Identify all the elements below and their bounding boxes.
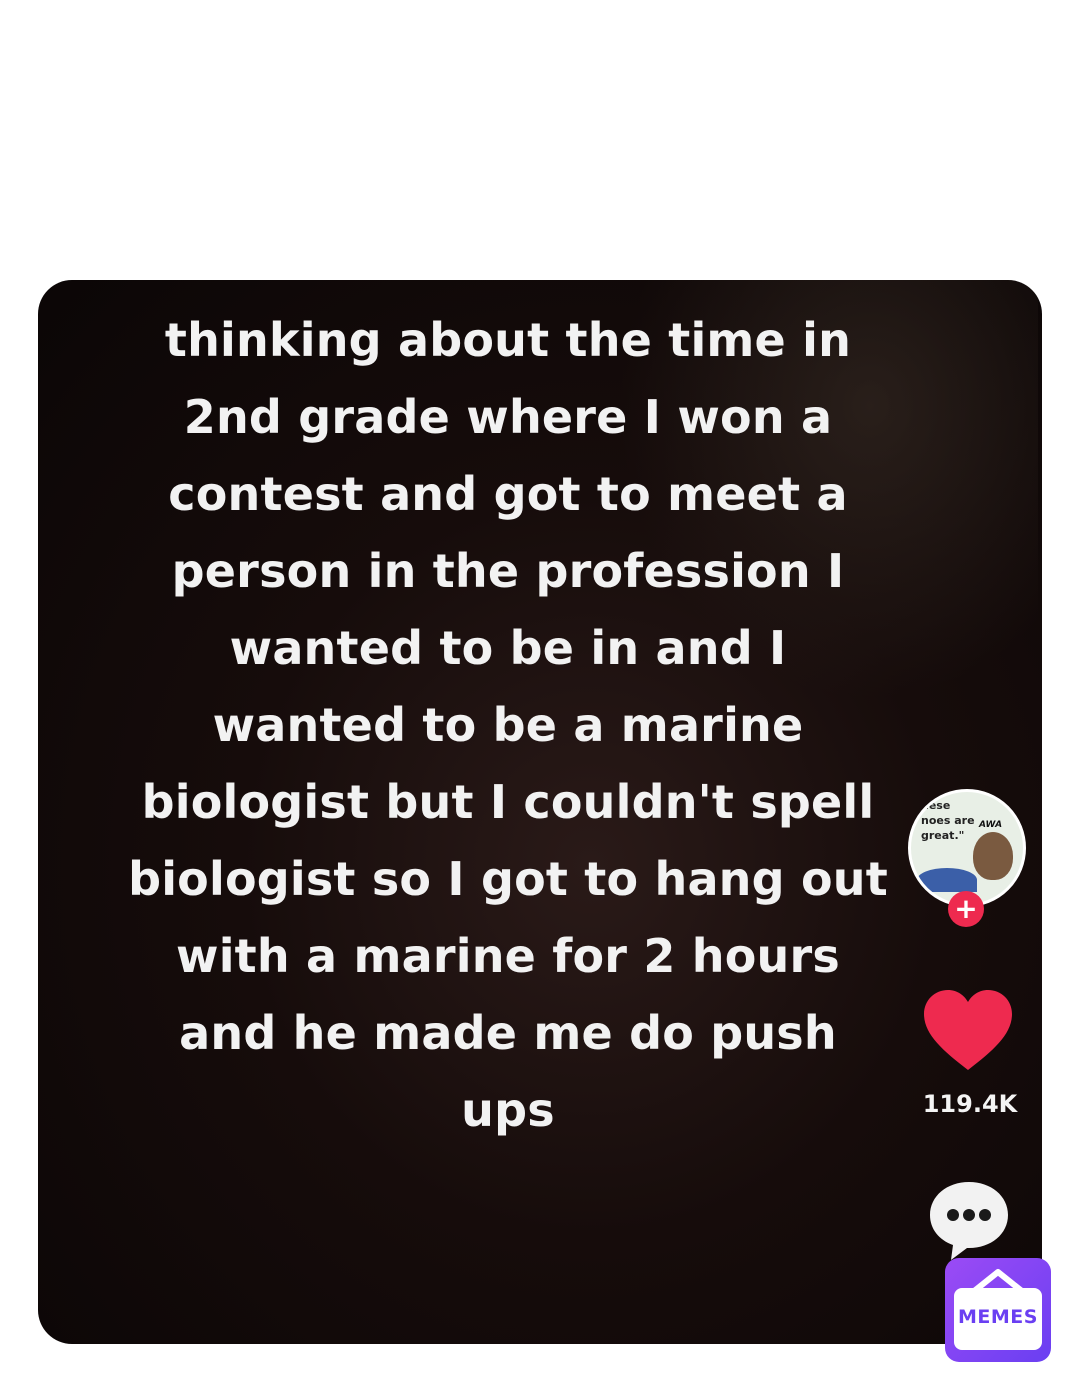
plus-icon[interactable]: +: [948, 891, 984, 927]
comment-bubble-icon[interactable]: [926, 1178, 1012, 1264]
avatar-text: hese noes are great.": [921, 799, 975, 842]
creator-avatar[interactable]: hese noes are great." AWA: [908, 789, 1026, 907]
like-count: 119.4K: [922, 1090, 1018, 1118]
heart-icon[interactable]: [922, 988, 1014, 1072]
memes-logo-text: MEMES: [958, 1306, 1038, 1328]
video-caption: thinking about the time in 2nd grade whe…: [128, 313, 888, 1137]
avatar-portrait: [973, 832, 1013, 880]
avatar-logo: AWA: [979, 820, 1003, 830]
memes-logo: MEMES: [945, 1258, 1051, 1362]
avatar-wave: [917, 868, 977, 892]
video-card[interactable]: thinking about the time in 2nd grade whe…: [38, 280, 1042, 1344]
